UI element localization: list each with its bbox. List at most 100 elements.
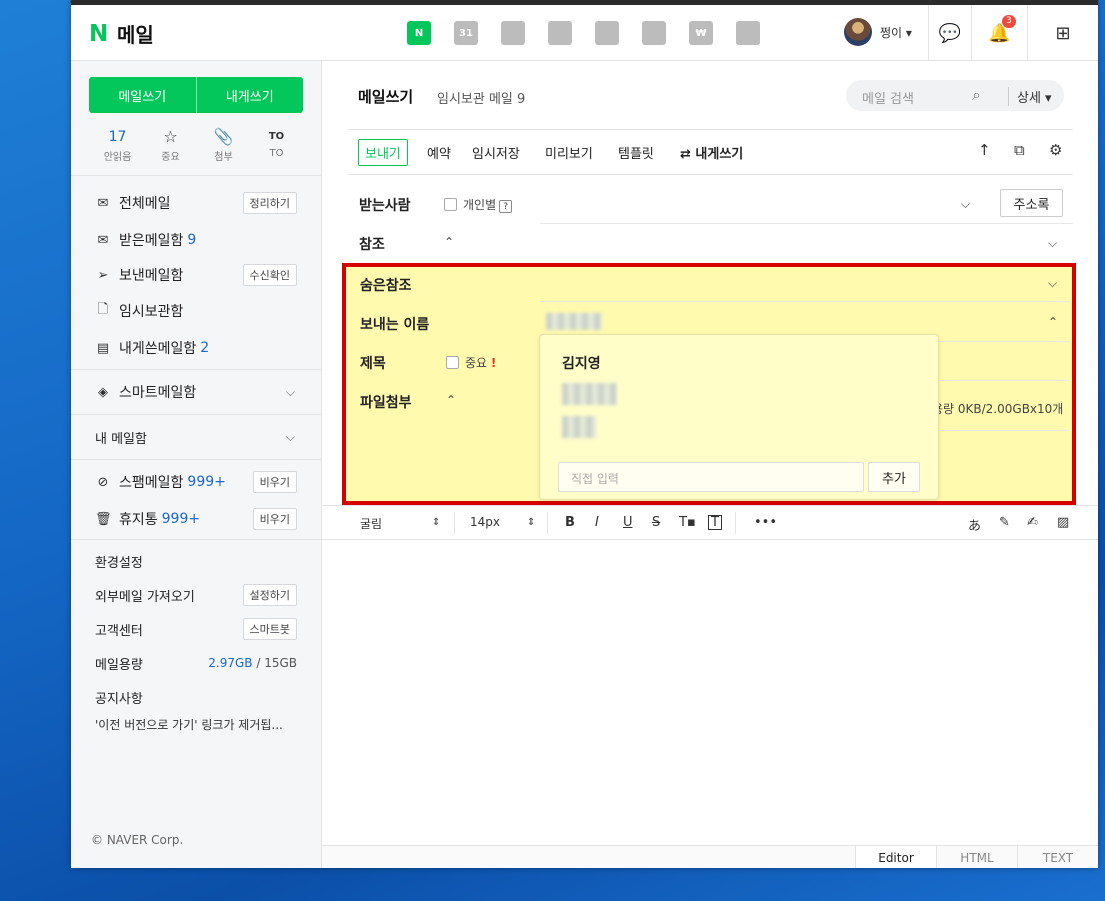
chat-button[interactable]: 💬 bbox=[928, 5, 971, 61]
help-icon[interactable]: ? bbox=[499, 200, 513, 213]
send-button[interactable]: 보내기 bbox=[358, 139, 408, 166]
search-input[interactable]: 메일 검색 bbox=[862, 88, 914, 107]
strikethrough-icon[interactable]: S bbox=[652, 515, 660, 530]
naver-mail-logo[interactable]: N 메일 bbox=[89, 19, 154, 48]
write-mail-button[interactable]: 메일쓰기 bbox=[89, 77, 196, 113]
sender-name-direct-input[interactable]: 직접 입력 bbox=[558, 462, 864, 492]
folder-trash[interactable]: 🗑 휴지통 999+ 비우기 bbox=[95, 507, 297, 531]
save-draft-button[interactable]: 임시저장 bbox=[472, 143, 520, 162]
important-option[interactable]: 중요 ! bbox=[446, 354, 496, 371]
field-underline bbox=[940, 380, 1070, 381]
photo-icon[interactable] bbox=[501, 21, 525, 45]
tab-html[interactable]: HTML bbox=[936, 846, 1017, 868]
write-buttons: 메일쓰기 내게쓰기 bbox=[89, 77, 303, 113]
quick-label: TO bbox=[269, 148, 284, 159]
sender-option-blurred-1[interactable] bbox=[562, 383, 617, 405]
arrow-up-icon[interactable]: ↑ bbox=[978, 141, 991, 159]
chevron-up-icon[interactable]: ⌃ bbox=[1048, 315, 1058, 329]
font-size-select[interactable]: 14px bbox=[470, 515, 500, 529]
chevron-down-icon[interactable]: ⌵ bbox=[1048, 236, 1057, 251]
chevron-up-icon[interactable]: ⌃ bbox=[446, 393, 456, 407]
bold-icon[interactable]: B bbox=[565, 515, 575, 530]
self-write-button[interactable]: ⇄ 내게쓰기 bbox=[680, 143, 743, 162]
smart-mailbox[interactable]: ◈ 스마트메일함 ⌵ bbox=[95, 380, 297, 404]
empty-spam-button[interactable]: 비우기 bbox=[252, 471, 297, 493]
organize-button[interactable]: 정리하기 bbox=[242, 192, 297, 214]
popout-icon[interactable]: ⧉ bbox=[1014, 141, 1025, 159]
folder-self-sent[interactable]: ▤ 내게쓴메일함 2 bbox=[95, 336, 297, 360]
tab-text[interactable]: TEXT bbox=[1017, 846, 1098, 868]
text-background-icon[interactable]: T bbox=[708, 515, 722, 530]
signature-icon[interactable]: ✍ bbox=[1027, 515, 1038, 530]
note-icon: ▤ bbox=[96, 340, 110, 356]
profile-menu[interactable]: 쩡이 ▾ bbox=[844, 18, 912, 46]
image-icon[interactable]: ▨ bbox=[1057, 515, 1069, 530]
import-external-mail[interactable]: 외부메일 가져오기 설정하기 bbox=[95, 584, 297, 606]
search-detail-button[interactable]: 상세 ▾ bbox=[1008, 87, 1052, 106]
read-receipt-button[interactable]: 수신확인 bbox=[242, 264, 297, 286]
editor-body[interactable] bbox=[322, 540, 1098, 845]
notice-title[interactable]: 공지사항 bbox=[95, 686, 297, 708]
updown-icon[interactable]: ⇕ bbox=[527, 517, 535, 528]
notification-button[interactable]: 🔔 3 bbox=[971, 5, 1027, 61]
write-self-button[interactable]: 내게쓰기 bbox=[195, 77, 304, 113]
tab-editor[interactable]: Editor bbox=[855, 846, 936, 868]
draft-count-link[interactable]: 임시보관 메일 9 bbox=[437, 88, 525, 107]
chevron-up-icon[interactable]: ⌃ bbox=[444, 235, 454, 249]
font-family-select[interactable]: 굴림 bbox=[360, 515, 382, 532]
preview-button[interactable]: 미리보기 bbox=[545, 143, 593, 162]
folder-inbox[interactable]: ✉ 받은메일함 9 bbox=[95, 228, 297, 252]
quick-to[interactable]: TO TO bbox=[250, 127, 303, 163]
italic-icon[interactable]: I bbox=[595, 515, 599, 530]
field-underline bbox=[540, 301, 1070, 302]
individual-checkbox[interactable] bbox=[444, 198, 457, 211]
my-mailbox[interactable]: 내 메일함 ⌵ bbox=[95, 425, 297, 449]
chat-icon: 💬 bbox=[938, 22, 962, 44]
folder-all-mail[interactable]: ✉ 전체메일 정리하기 bbox=[95, 191, 297, 215]
schedule-button[interactable]: 예약 bbox=[427, 143, 451, 162]
search-icon[interactable]: ⌕ bbox=[972, 85, 981, 105]
updown-icon[interactable]: ⇕ bbox=[432, 517, 440, 528]
import-setup-button[interactable]: 설정하기 bbox=[242, 584, 297, 606]
app-grid-button[interactable]: ⊞ bbox=[1027, 5, 1098, 61]
notice-text[interactable]: '이전 버전으로 가기' 링크가 제거됩... bbox=[95, 716, 305, 733]
todo-icon[interactable] bbox=[642, 21, 666, 45]
chevron-down-icon[interactable]: ⌵ bbox=[1048, 276, 1057, 291]
template-button[interactable]: 템플릿 bbox=[618, 143, 654, 162]
keep-icon[interactable] bbox=[736, 21, 760, 45]
calendar-icon[interactable]: 31 bbox=[454, 21, 478, 45]
folder-spam[interactable]: ⊘ 스팸메일함 999+ 비우기 bbox=[95, 470, 297, 494]
sender-option-blurred-2[interactable] bbox=[562, 416, 596, 438]
text-color-icon[interactable]: T▪ bbox=[679, 515, 696, 530]
pay-icon[interactable]: ₩ bbox=[689, 21, 713, 45]
quick-important[interactable]: ☆ 중요 bbox=[144, 127, 197, 163]
empty-trash-button[interactable]: 비우기 bbox=[252, 508, 297, 530]
underline-icon[interactable]: U bbox=[623, 515, 633, 530]
chevron-down-icon[interactable]: ⌵ bbox=[961, 197, 970, 212]
folder-sent[interactable]: ➢ 보낸메일함 수신확인 bbox=[95, 263, 297, 287]
divider bbox=[71, 369, 321, 370]
individual-send-option[interactable]: 개인별? bbox=[444, 196, 513, 213]
addressbook-button[interactable]: 주소록 bbox=[1000, 189, 1063, 217]
quick-unread[interactable]: 17 안읽음 bbox=[91, 127, 144, 163]
sender-option-name[interactable]: 김지영 bbox=[562, 353, 601, 373]
translate-icon[interactable]: あ bbox=[968, 515, 981, 534]
separator bbox=[735, 512, 736, 534]
customer-center[interactable]: 고객센터 스마트봇 bbox=[95, 618, 297, 640]
important-checkbox[interactable] bbox=[446, 356, 459, 369]
more-icon[interactable]: ••• bbox=[754, 515, 777, 530]
folder-drafts[interactable]: 🗋 임시보관함 bbox=[95, 299, 297, 323]
contacts-icon[interactable] bbox=[548, 21, 572, 45]
settings-link[interactable]: 환경설정 bbox=[95, 550, 297, 572]
mail-service-icon[interactable]: N bbox=[407, 21, 431, 45]
spellcheck-icon[interactable]: ✎ bbox=[999, 515, 1010, 530]
profile-name: 쩡이 ▾ bbox=[880, 25, 912, 40]
box-icon[interactable] bbox=[595, 21, 619, 45]
trash-count: 999+ bbox=[161, 511, 201, 527]
quick-attachment[interactable]: 📎 첨부 bbox=[197, 127, 250, 163]
gear-icon[interactable]: ⚙ bbox=[1049, 141, 1062, 159]
smartbot-button[interactable]: 스마트봇 bbox=[242, 618, 297, 640]
attachment-capacity: 용량 0KB/2.00GBx10개 bbox=[932, 402, 1064, 416]
support-label: 고객센터 bbox=[95, 623, 143, 639]
add-sender-name-button[interactable]: 추가 bbox=[868, 462, 920, 492]
